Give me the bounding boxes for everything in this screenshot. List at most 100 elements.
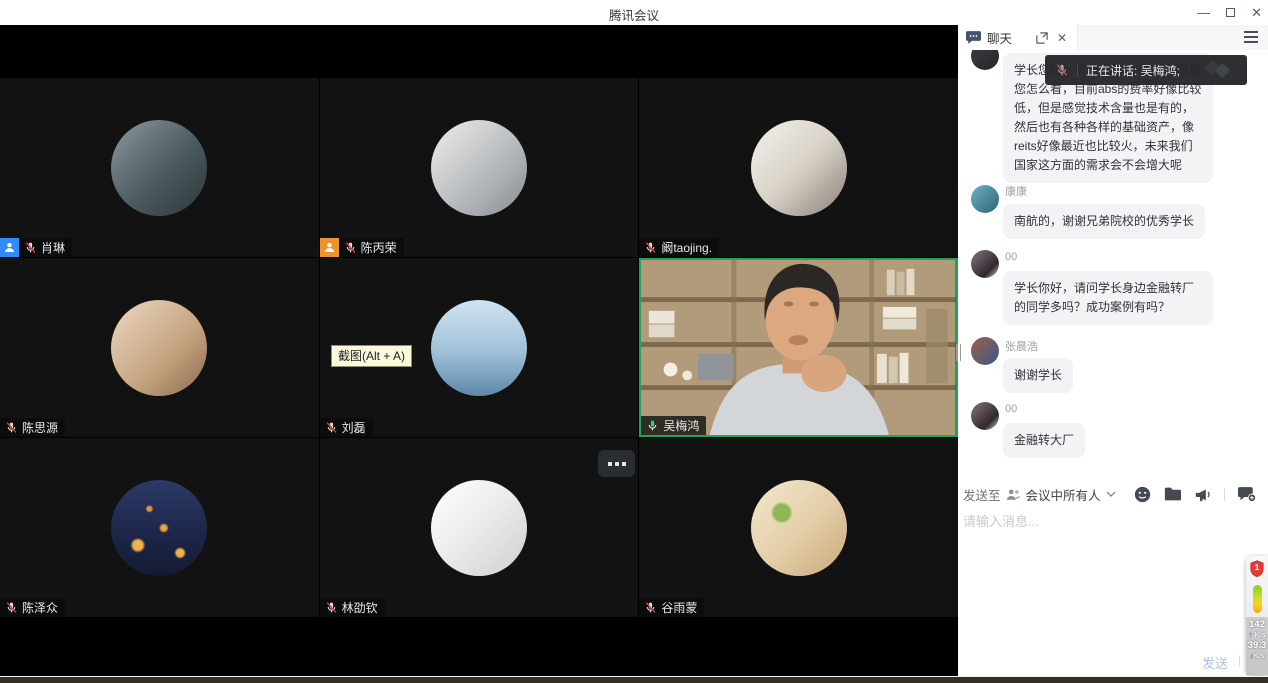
net-speed-stats: 142 ↑ K/s 39.3 ↓K/s bbox=[1246, 617, 1268, 675]
more-options-button[interactable] bbox=[598, 450, 635, 477]
chat-bubble-icon bbox=[966, 31, 981, 44]
app-window: 腾讯会议 — ✕ 肖琳 bbox=[0, 0, 1268, 683]
avatar bbox=[431, 300, 527, 396]
avatar bbox=[751, 120, 847, 216]
video-tile[interactable]: 阚taojing. bbox=[639, 78, 958, 257]
sender-name: 00 bbox=[1005, 251, 1017, 263]
mic-active-icon bbox=[646, 419, 659, 432]
participant-name: 谷雨蒙 bbox=[661, 599, 697, 616]
maximize-icon bbox=[1226, 8, 1235, 17]
video-tile[interactable]: 林劭钦 bbox=[320, 438, 639, 617]
message-input[interactable] bbox=[963, 511, 1259, 641]
close-button[interactable]: ✕ bbox=[1251, 0, 1262, 25]
people-icon bbox=[1006, 488, 1021, 501]
alert-badge-count: 1 bbox=[1249, 562, 1265, 572]
net-speed-widget[interactable]: 1 142 ↑ K/s 39.3 ↓K/s bbox=[1246, 556, 1268, 675]
send-row: 发送 | bbox=[958, 651, 1268, 675]
video-tile[interactable]: 陈思源 bbox=[0, 258, 319, 437]
mic-muted-icon bbox=[5, 421, 18, 434]
screenshot-tooltip: 截图(Alt + A) bbox=[331, 345, 412, 367]
avatar bbox=[431, 120, 527, 216]
chat-header: 聊天 ✕ bbox=[958, 25, 1268, 50]
maximize-button[interactable] bbox=[1226, 0, 1235, 25]
video-tile[interactable]: 陈丙荣 bbox=[320, 78, 639, 257]
speaking-indicator-toast: 正在讲话: 吴梅鸿; bbox=[1045, 55, 1247, 85]
name-tag: 林劭钦 bbox=[320, 598, 385, 617]
tab-chat[interactable]: 聊天 ✕ bbox=[958, 25, 1078, 50]
window-title: 腾讯会议 bbox=[609, 5, 659, 24]
chat-message: 谢谢学长 bbox=[1003, 358, 1073, 393]
participant-name: 肖琳 bbox=[41, 239, 65, 256]
avatar bbox=[971, 185, 999, 213]
chat-tab-label: 聊天 bbox=[987, 28, 1012, 47]
send-to-label: 发送至 bbox=[963, 485, 1001, 504]
participant-name: 刘磊 bbox=[342, 419, 366, 436]
name-tag: 谷雨蒙 bbox=[639, 598, 704, 617]
folder-icon[interactable] bbox=[1164, 487, 1181, 501]
toolbar-divider bbox=[1224, 488, 1225, 501]
mic-muted-icon bbox=[325, 601, 338, 614]
name-tag: 刘磊 bbox=[320, 418, 373, 437]
chat-toolbar: 发送至 会议中所有人 bbox=[958, 482, 1268, 506]
video-tile-active-speaker[interactable]: 吴梅鸿 bbox=[639, 258, 958, 437]
avatar bbox=[111, 480, 207, 576]
mic-muted-icon bbox=[344, 241, 357, 254]
video-tile[interactable]: 肖琳 bbox=[0, 78, 319, 257]
chat-message: 金融转大厂 bbox=[1003, 423, 1085, 458]
video-tile[interactable]: 陈泽众 bbox=[0, 438, 319, 617]
participant-name: 吴梅鸿 bbox=[663, 417, 699, 434]
download-speed-value: 39.3 bbox=[1246, 640, 1268, 651]
participant-name: 陈思源 bbox=[22, 419, 58, 436]
close-chat-icon[interactable]: ✕ bbox=[1057, 31, 1067, 45]
participant-name: 陈丙荣 bbox=[361, 239, 397, 256]
popout-icon[interactable] bbox=[1036, 32, 1048, 44]
upload-speed-unit: K/s bbox=[1255, 630, 1266, 639]
name-tag: 肖琳 bbox=[0, 238, 72, 257]
participant-name: 阚taojing. bbox=[661, 239, 712, 256]
video-area: 肖琳 陈丙荣 bbox=[0, 25, 958, 676]
avatar bbox=[431, 480, 527, 576]
menu-icon[interactable] bbox=[1244, 31, 1258, 43]
chat-message: 学长你好，请问学长身边金融转厂的同学多吗？成功案例有吗？ bbox=[1003, 271, 1213, 325]
emoji-icon[interactable] bbox=[1134, 486, 1151, 503]
host-badge-icon bbox=[0, 238, 19, 257]
mic-muted-icon bbox=[644, 601, 657, 614]
mic-muted-icon bbox=[325, 421, 338, 434]
chat-settings-icon[interactable] bbox=[1238, 487, 1256, 502]
sender-name: 00 bbox=[1005, 403, 1017, 415]
audience-selector[interactable]: 会议中所有人 bbox=[1026, 485, 1101, 504]
send-divider: | bbox=[1238, 653, 1241, 667]
name-tag: 陈丙荣 bbox=[320, 238, 404, 257]
name-tag: 陈泽众 bbox=[0, 598, 65, 617]
mic-muted-icon bbox=[24, 241, 37, 254]
download-speed-unit: K/s bbox=[1254, 651, 1265, 660]
send-button[interactable]: 发送 bbox=[1202, 653, 1228, 672]
mic-muted-icon bbox=[1055, 63, 1069, 77]
sender-name: 张晨浩 bbox=[1005, 338, 1038, 354]
live-video-feed bbox=[641, 260, 956, 435]
participant-grid: 肖琳 陈丙荣 bbox=[0, 78, 958, 617]
speaking-indicator-text: 正在讲话: 吴梅鸿; bbox=[1086, 62, 1180, 79]
speed-gauge-bar bbox=[1253, 585, 1262, 613]
video-tile[interactable]: 谷雨蒙 bbox=[639, 438, 958, 617]
window-titlebar: 腾讯会议 — ✕ bbox=[0, 0, 1268, 25]
avatar bbox=[971, 337, 999, 365]
avatar bbox=[971, 250, 999, 278]
participant-name: 林劭钦 bbox=[342, 599, 378, 616]
name-tag: 吴梅鸿 bbox=[641, 416, 706, 435]
avatar bbox=[751, 480, 847, 576]
megaphone-icon[interactable] bbox=[1194, 487, 1211, 502]
avatar bbox=[971, 402, 999, 430]
taskbar-sliver[interactable] bbox=[0, 677, 1268, 683]
avatar bbox=[111, 300, 207, 396]
minimize-button[interactable]: — bbox=[1197, 0, 1210, 25]
name-tag: 阚taojing. bbox=[639, 238, 719, 257]
panel-resize-grip[interactable] bbox=[956, 344, 961, 361]
chat-message-list[interactable]: 学长您好，请问绿色abs这方面您做您怎么看，目前abs的费率好像比较低，但是感觉… bbox=[958, 25, 1268, 480]
chevron-down-icon[interactable] bbox=[1106, 491, 1116, 497]
chat-panel: 学长您好，请问绿色abs这方面您做您怎么看，目前abs的费率好像比较低，但是感觉… bbox=[958, 25, 1268, 676]
avatar bbox=[111, 120, 207, 216]
mic-muted-icon bbox=[5, 601, 18, 614]
toast-divider bbox=[1077, 63, 1078, 77]
name-tag: 陈思源 bbox=[0, 418, 65, 437]
